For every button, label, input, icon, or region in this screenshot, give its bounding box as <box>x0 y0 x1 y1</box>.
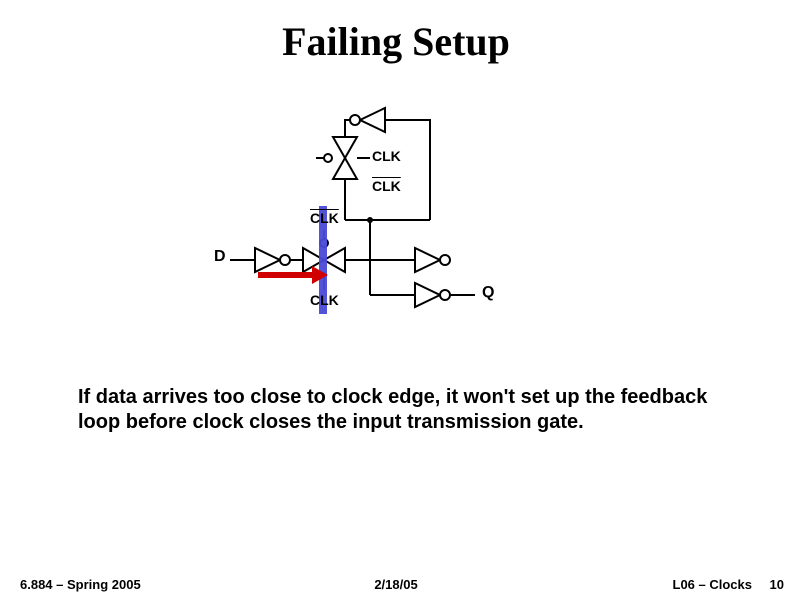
clkbar-label-top-right: CLK <box>372 178 401 194</box>
input-transmission-gate <box>303 230 355 290</box>
input-inverter <box>255 248 303 272</box>
d-label: D <box>214 248 226 266</box>
upper-output-inverter <box>415 248 450 272</box>
clk-label-top-right: CLK <box>372 148 401 164</box>
red-arrow <box>258 266 328 284</box>
footer-right: L06 – Clocks <box>673 577 753 592</box>
latch-circuit-diagram: CLK CLK CLK CLK D Q <box>220 90 540 350</box>
page-title: Failing Setup <box>0 18 792 65</box>
clk-label-left-bot: CLK <box>310 292 339 308</box>
footer-page: 10 <box>770 577 784 592</box>
q-output-inverter <box>415 283 475 307</box>
description-paragraph: If data arrives too close to clock edge,… <box>78 385 718 435</box>
top-inverter <box>345 108 430 220</box>
clkbar-label-left-top: CLK <box>310 210 339 226</box>
q-label: Q <box>482 284 494 302</box>
